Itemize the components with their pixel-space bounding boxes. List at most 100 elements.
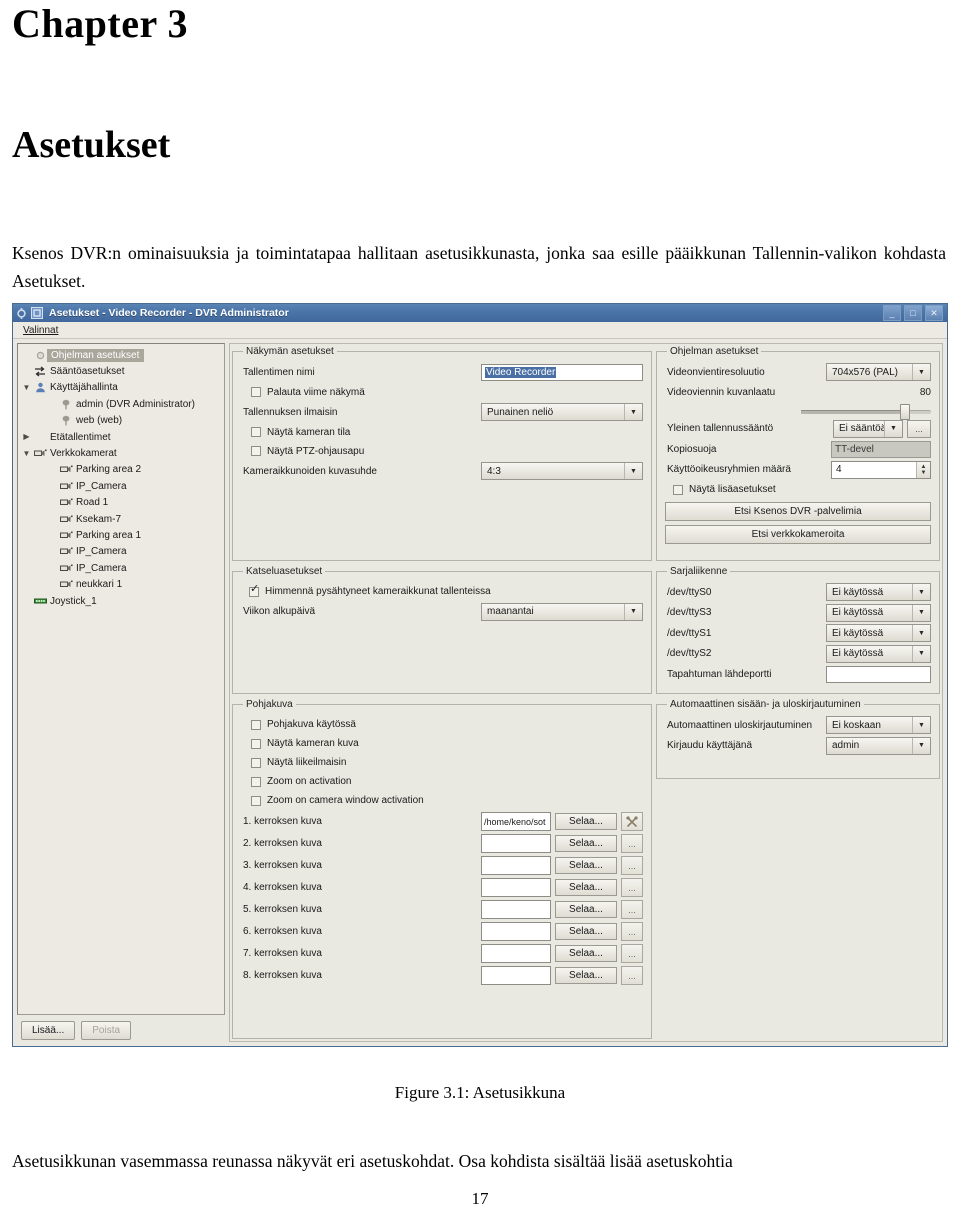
event-source-input[interactable] [826,665,931,683]
floorplan-layer-path-input[interactable] [481,834,551,853]
floorplan-layer-edit-button[interactable]: ... [621,834,643,853]
chevron-down-icon: ▼ [912,625,930,641]
tree-item-parking-area-2[interactable]: Parking area 2 [18,462,224,478]
right-column-spacer [656,784,940,1039]
slider-thumb[interactable] [899,403,910,420]
tree-item-ohjelman-asetukset[interactable]: Ohjelman asetukset [18,347,224,363]
auto-logout-select[interactable]: Ei koskaan ▼ [826,716,931,734]
camera-icon [59,580,73,589]
crossed-tools-icon[interactable] [621,812,643,831]
floorplan-checkbox[interactable] [251,738,261,749]
show-advanced-checkbox[interactable] [673,484,683,495]
recorder-name-input[interactable]: Video Recorder [481,363,643,381]
menu-item-valinnat[interactable]: Valinnat [19,324,62,337]
floorplan-layer-edit-button[interactable]: ... [621,856,643,875]
serial-port-value: Ei käytössä [832,586,884,598]
permission-groups-stepper[interactable]: 4 ▲ ▼ [831,460,931,479]
floorplan-layer-path-input[interactable] [481,856,551,875]
serial-port-select[interactable]: Ei käytössä ▼ [826,583,931,601]
tree-item-ksekam-7[interactable]: Ksekam-7 [18,511,224,527]
minimize-button[interactable]: _ [883,305,901,321]
caret-down-icon[interactable]: ▼ [921,470,927,476]
settings-tree[interactable]: Ohjelman asetukset Sääntöasetukset ▼ Käyttä… [17,343,225,1015]
find-cameras-button[interactable]: Etsi verkkokameroita [665,525,931,544]
floorplan-checkbox[interactable] [251,757,261,768]
restore-last-view-row[interactable]: Palauta viime näkymä [251,384,643,401]
floorplan-layer-path-input[interactable] [481,878,551,897]
export-resolution-label: Videonvientiresoluutio [667,366,765,378]
tree-item-joystick-1[interactable]: Joystick_1 [18,593,224,609]
tree-item-s-nt-asetukset[interactable]: Sääntöasetukset [18,363,224,379]
serial-port-select[interactable]: Ei käytössä ▼ [826,644,931,663]
floorplan-checkbox-row-2[interactable]: Näytä kameran kuva [251,735,643,752]
tree-item-neukkari-1[interactable]: neukkari 1 [18,576,224,592]
week-start-select[interactable]: maanantai ▼ [481,602,643,621]
floorplan-checkbox[interactable] [251,719,261,730]
recording-indicator-select[interactable]: Punainen neliö ▼ [481,403,643,421]
aspect-ratio-select[interactable]: 4:3 ▼ [481,462,643,480]
floorplan-layer-path-input[interactable] [481,900,551,919]
tree-item-parking-area-1[interactable]: Parking area 1 [18,527,224,543]
floorplan-checkbox-row-3[interactable]: Näytä liikeilmaisin [251,754,643,771]
user-icon [33,382,47,393]
floorplan-layer-edit-button[interactable]: ... [621,922,643,941]
floorplan-layer-browse-button[interactable]: Selaa... [555,945,617,962]
floorplan-layer-edit-button[interactable]: ... [621,966,643,985]
floorplan-checkbox[interactable] [251,795,261,806]
floorplan-layer-edit-button[interactable]: ... [621,900,643,919]
floorplan-layer-browse-button[interactable]: Selaa... [555,813,617,830]
floorplan-layer-browse-button[interactable]: Selaa... [555,835,617,852]
floorplan-checkbox[interactable] [251,776,261,787]
dim-stopped-checkbox[interactable] [249,584,259,597]
floorplan-layer-path-input[interactable] [481,944,551,963]
tree-item-et-tallentimet[interactable]: ▶ Etätallentimet [18,429,224,445]
floorplan-layer-browse-button[interactable]: Selaa... [555,879,617,896]
serial-port-device: /dev/ttyS0 [667,586,712,598]
show-ptz-help-row[interactable]: Näytä PTZ-ohjausapu [251,443,643,460]
find-servers-button[interactable]: Etsi Ksenos DVR -palvelimia [665,502,931,521]
tree-item-ip-camera[interactable]: IP_Camera [18,478,224,494]
tree-item-web-web[interactable]: web (web) [18,413,224,429]
floorplan-checkbox-row-4[interactable]: Zoom on activation [251,773,643,790]
export-resolution-select[interactable]: 704x576 (PAL) ▼ [826,363,931,381]
stepper-buttons[interactable]: ▲ ▼ [916,461,930,478]
floorplan-layer-browse-button[interactable]: Selaa... [555,967,617,984]
floorplan-layer-browse-button[interactable]: Selaa... [555,923,617,940]
floorplan-layer-path-input[interactable]: /home/keno/sot [481,812,551,831]
floorplan-checkbox-row-5[interactable]: Zoom on camera window activation [251,792,643,809]
add-button[interactable]: Lisää... [21,1021,76,1040]
floorplan-layer-edit-button[interactable]: ... [621,878,643,897]
maximize-button[interactable]: □ [904,305,922,321]
tree-item-ip-camera[interactable]: IP_Camera [18,560,224,576]
general-rule-select[interactable]: Ei sääntöä ▼ [833,419,903,438]
serial-port-select[interactable]: Ei käytössä ▼ [826,603,931,622]
tree-item-k-ytt-j-hallinta[interactable]: ▼ Käyttäjähallinta [18,380,224,396]
show-ptz-help-checkbox[interactable] [251,446,261,456]
tree-item-ip-camera[interactable]: IP_Camera [18,544,224,560]
floorplan-layer-browse-button[interactable]: Selaa... [555,857,617,874]
floorplan-checkbox-row-1[interactable]: Pohjakuva käytössä [251,716,643,733]
floorplan-layer-path-input[interactable] [481,966,551,985]
show-advanced-row[interactable]: Näytä lisäasetukset [673,481,931,498]
tree-item-label: Ksekam-7 [76,513,122,525]
dim-stopped-row[interactable]: Himmennä pysähtyneet kameraikkunat talle… [249,583,643,600]
show-camera-state-row[interactable]: Näytä kameran tila [251,424,643,441]
restore-last-view-checkbox[interactable] [251,387,261,397]
chevron-down-icon[interactable]: ▼ [20,383,33,392]
general-rule-more-button[interactable]: ... [907,419,931,438]
tree-item-road-1[interactable]: Road 1 [18,495,224,511]
show-camera-state-checkbox[interactable] [251,427,261,437]
floorplan-layer-path-input[interactable] [481,922,551,941]
export-quality-slider[interactable] [801,403,931,420]
window-menu-icon[interactable] [15,307,28,320]
login-as-select[interactable]: admin ▼ [826,736,931,755]
floorplan-layer-edit-button[interactable]: ... [621,944,643,963]
serial-port-select[interactable]: Ei käytössä ▼ [826,624,931,642]
close-button[interactable]: ✕ [925,305,943,321]
chevron-down-icon[interactable]: ▼ [20,449,33,458]
tree-item-admin-dvr-administrator[interactable]: admin (DVR Administrator) [18,396,224,412]
floorplan-layer-browse-button[interactable]: Selaa... [555,901,617,918]
chevron-right-icon[interactable]: ▶ [20,433,33,441]
tree-item-verkkokamerat[interactable]: ▼ Verkkokamerat [18,445,224,461]
window-app-icon[interactable] [30,307,43,320]
